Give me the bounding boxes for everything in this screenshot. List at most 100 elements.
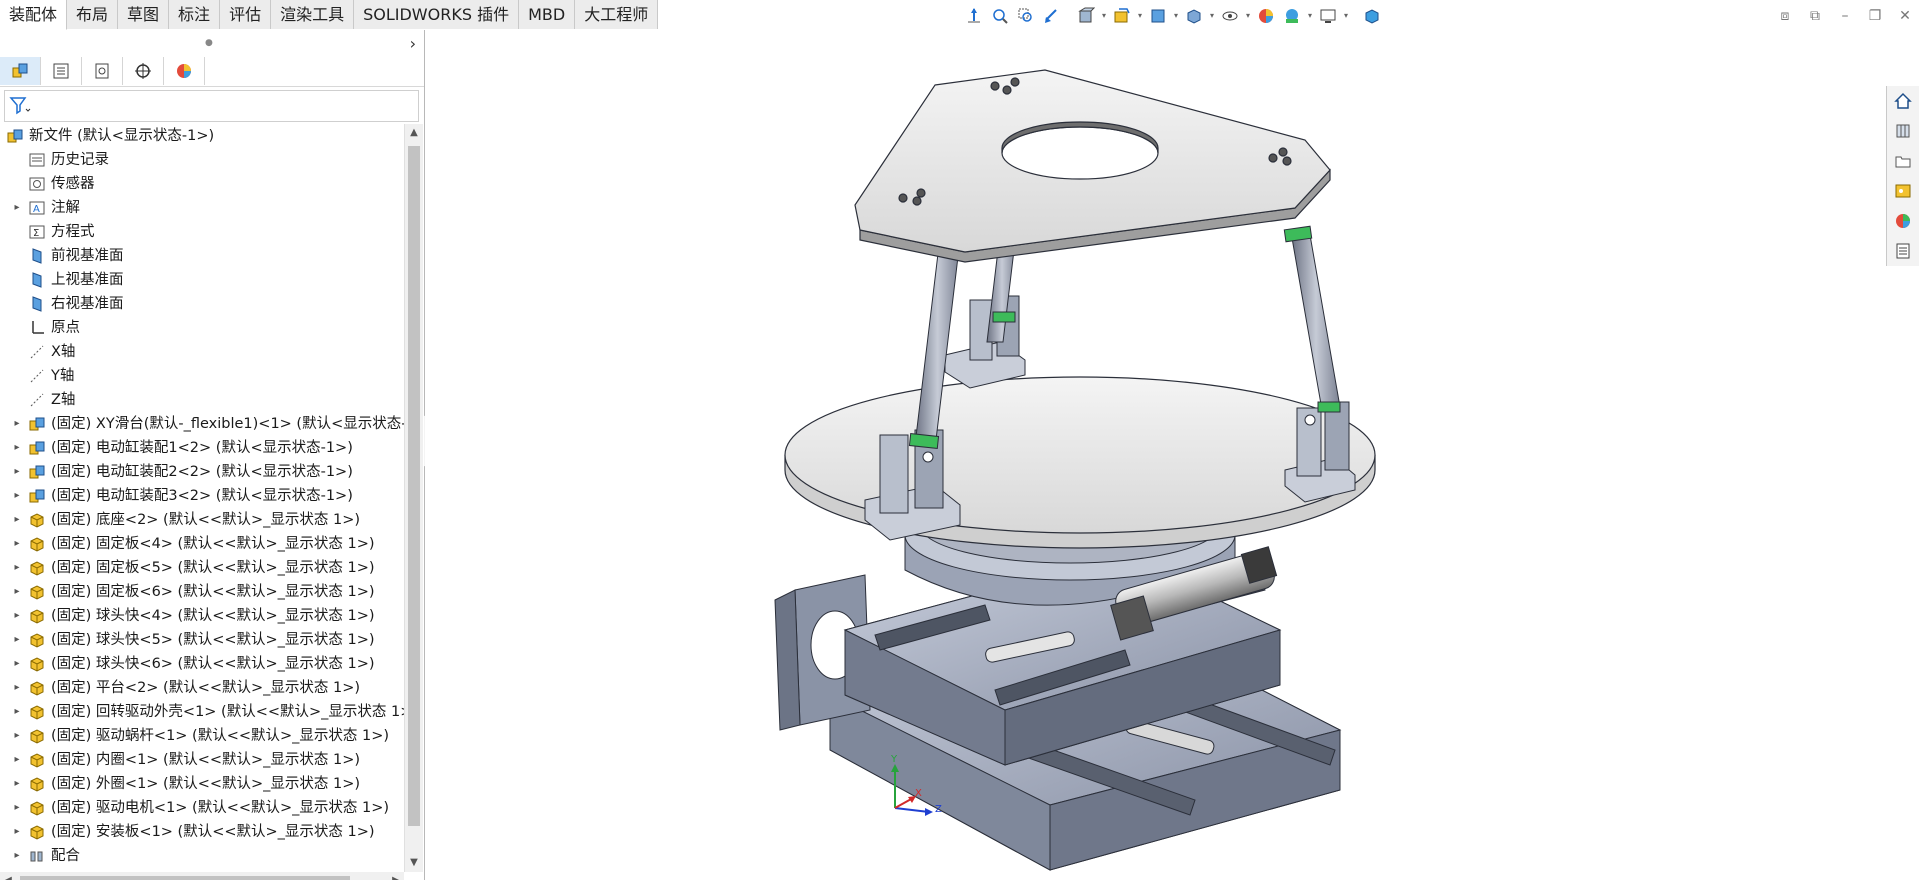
display-pane-icon[interactable] <box>1360 5 1384 27</box>
hide-show-icon[interactable] <box>1218 5 1242 27</box>
display-style-icon[interactable] <box>1182 5 1206 27</box>
tree-item[interactable]: 上视基准面 <box>0 268 404 292</box>
chevron-down-icon[interactable]: ▾ <box>1136 5 1144 27</box>
command-tab[interactable]: 评估 <box>220 0 272 29</box>
fixed-plate-back[interactable] <box>944 295 1026 389</box>
restore-icon[interactable]: ❐ <box>1866 8 1884 24</box>
expand-arrow-icon[interactable]: ▸ <box>12 484 22 508</box>
tree-item[interactable]: ▸ (固定) 电动缸装配2<2> (默认<显示状态-1>) <box>0 460 404 484</box>
file-explorer-icon[interactable] <box>1887 146 1919 176</box>
tree-item[interactable]: ▸ (固定) 固定板<6> (默认<<默认>_显示状态 1>) <box>0 580 404 604</box>
restore-child-icon[interactable]: ⧈ <box>1776 8 1794 24</box>
tree-item[interactable]: ▸ (固定) 外圈<1> (默认<<默认>_显示状态 1>) <box>0 772 404 796</box>
zoom-to-area-icon[interactable] <box>1014 5 1038 27</box>
apply-scene-icon[interactable] <box>1280 5 1304 27</box>
expand-arrow-icon[interactable]: ▸ <box>12 748 22 772</box>
tree-item[interactable]: 前视基准面 <box>0 244 404 268</box>
hscroll-thumb[interactable] <box>20 876 350 880</box>
expand-child-icon[interactable]: ⧉ <box>1806 8 1824 24</box>
tree-item[interactable]: ▸ (固定) 平台<2> (默认<<默认>_显示状态 1>) <box>0 676 404 700</box>
expand-arrow-icon[interactable]: ▸ <box>12 436 22 460</box>
expand-arrow-icon[interactable]: ▸ <box>12 556 22 580</box>
tree-item[interactable]: X轴 <box>0 340 404 364</box>
filter-icon[interactable] <box>9 95 31 115</box>
panel-grip-icon[interactable]: ● <box>205 38 213 48</box>
tree-item[interactable]: ▸ (固定) 球头快<5> (默认<<默认>_显示状态 1>) <box>0 628 404 652</box>
dimxpert-tab[interactable] <box>123 57 164 85</box>
command-tab[interactable]: 大工程师 <box>575 0 659 29</box>
display-manager-tab[interactable] <box>164 57 205 85</box>
chevron-down-icon[interactable]: ▾ <box>1172 5 1180 27</box>
scroll-left-icon[interactable]: ◀ <box>0 872 16 880</box>
expand-manager-tabs-icon[interactable]: › <box>410 34 416 53</box>
tree-item[interactable]: ▸ A 注解 <box>0 196 404 220</box>
tree-item[interactable]: 传感器 <box>0 172 404 196</box>
edit-appearance-icon[interactable] <box>1254 5 1278 27</box>
home-icon[interactable] <box>1887 86 1919 116</box>
expand-arrow-icon[interactable]: ▸ <box>12 532 22 556</box>
tree-item[interactable]: 新文件 (默认<显示状态-1>) <box>0 124 404 148</box>
command-tab[interactable]: 渲染工具 <box>271 0 355 29</box>
design-library-icon[interactable] <box>1887 116 1919 146</box>
command-tab[interactable]: 装配体 <box>0 0 68 30</box>
tree-item[interactable]: ▸ (固定) 电动缸装配1<2> (默认<显示状态-1>) <box>0 436 404 460</box>
tree-filter-bar[interactable] <box>4 90 419 122</box>
expand-arrow-icon[interactable]: ▸ <box>12 700 22 724</box>
tree-item[interactable]: ▸ 配合 <box>0 844 404 868</box>
section-view-icon[interactable] <box>1074 5 1098 27</box>
expand-arrow-icon[interactable]: ▸ <box>12 772 22 796</box>
minimize-icon[interactable]: – <box>1836 8 1854 24</box>
tree-item[interactable]: 历史记录 <box>0 148 404 172</box>
expand-arrow-icon[interactable]: ▸ <box>12 628 22 652</box>
tree-item[interactable]: ▸ (固定) 固定板<5> (默认<<默认>_显示状态 1>) <box>0 556 404 580</box>
expand-arrow-icon[interactable]: ▸ <box>12 580 22 604</box>
chevron-down-icon[interactable]: ▾ <box>1100 5 1108 27</box>
custom-properties-icon[interactable] <box>1887 236 1919 266</box>
view-settings-icon[interactable] <box>1316 5 1340 27</box>
tree-item[interactable]: ▸ (固定) 驱动蜗杆<1> (默认<<默认>_显示状态 1>) <box>0 724 404 748</box>
expand-arrow-icon[interactable]: ▸ <box>12 820 22 844</box>
tree-item[interactable]: Y轴 <box>0 364 404 388</box>
expand-arrow-icon[interactable]: ▸ <box>12 508 22 532</box>
scroll-down-icon[interactable]: ▼ <box>405 854 423 872</box>
assembly-model[interactable] <box>425 30 1885 880</box>
close-icon[interactable]: ✕ <box>1896 8 1914 24</box>
dynamic-annotation-icon[interactable] <box>1110 5 1134 27</box>
view-palette-icon[interactable] <box>1887 176 1919 206</box>
tree-item[interactable]: ▸ (固定) 电动缸装配3<2> (默认<显示状态-1>) <box>0 484 404 508</box>
tree-item[interactable]: ▸ (固定) 球头快<6> (默认<<默认>_显示状态 1>) <box>0 652 404 676</box>
top-platform[interactable] <box>854 69 1331 263</box>
tree-item[interactable]: Z轴 <box>0 388 404 412</box>
chevron-down-icon[interactable]: ▾ <box>1244 5 1252 27</box>
propertymanager-tab[interactable] <box>41 57 82 85</box>
view-setting-icon[interactable] <box>1146 5 1170 27</box>
tree-item[interactable]: 右视基准面 <box>0 292 404 316</box>
tree-item[interactable]: ▸ (固定) XY滑台(默认-_flexible1)<1> (默认<显示状态- <box>0 412 404 436</box>
chevron-down-icon[interactable]: ▾ <box>1306 5 1314 27</box>
expand-arrow-icon[interactable]: ▸ <box>12 412 22 436</box>
tree-vertical-scrollbar[interactable]: ▲ ▼ <box>404 124 423 872</box>
tree-item[interactable]: ▸ (固定) 球头快<4> (默认<<默认>_显示状态 1>) <box>0 604 404 628</box>
scroll-thumb[interactable] <box>408 146 420 826</box>
tree-item[interactable]: Σ 方程式 <box>0 220 404 244</box>
tree-item[interactable]: ▸ (固定) 固定板<4> (默认<<默认>_显示状态 1>) <box>0 532 404 556</box>
tree-item[interactable]: ▸ (固定) 内圈<1> (默认<<默认>_显示状态 1>) <box>0 748 404 772</box>
chevron-down-icon[interactable]: ▾ <box>1208 5 1216 27</box>
zoom-to-fit-icon[interactable] <box>988 5 1012 27</box>
expand-arrow-icon[interactable]: ▸ <box>12 724 22 748</box>
command-tab[interactable]: 草图 <box>118 0 170 29</box>
expand-arrow-icon[interactable]: ▸ <box>12 460 22 484</box>
command-tab[interactable]: MBD <box>519 0 576 29</box>
command-tab[interactable]: 标注 <box>169 0 221 29</box>
tree-item[interactable]: ▸ (固定) 回转驱动外壳<1> (默认<<默认>_显示状态 1> <box>0 700 404 724</box>
tree-item[interactable]: ▸ (固定) 底座<2> (默认<<默认>_显示状态 1>) <box>0 508 404 532</box>
command-tab[interactable]: SOLIDWORKS 插件 <box>354 0 520 29</box>
expand-arrow-icon[interactable]: ▸ <box>12 844 22 868</box>
appearances-icon[interactable] <box>1887 206 1919 236</box>
expand-arrow-icon[interactable]: ▸ <box>12 676 22 700</box>
actuator-right[interactable] <box>1283 225 1341 413</box>
scroll-up-icon[interactable]: ▲ <box>405 124 423 142</box>
expand-arrow-icon[interactable]: ▸ <box>12 196 22 220</box>
tree-item[interactable]: 原点 <box>0 316 404 340</box>
command-tab[interactable]: 布局 <box>67 0 119 29</box>
